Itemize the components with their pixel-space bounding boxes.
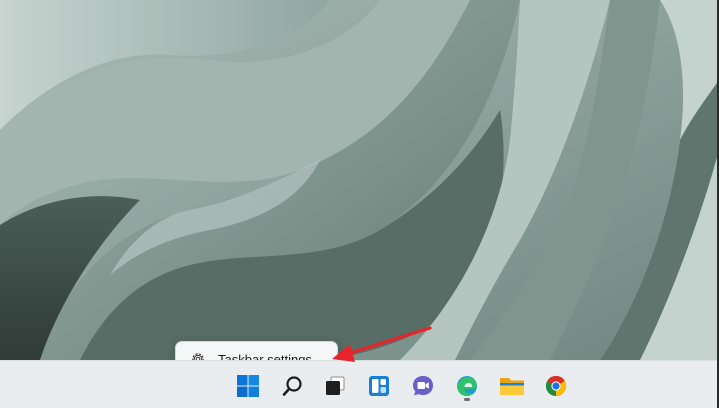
file-explorer-button[interactable] [495, 369, 529, 403]
desktop-wallpaper [0, 0, 719, 360]
running-indicator [464, 398, 470, 401]
windows-logo-icon [237, 375, 259, 397]
widgets-button[interactable] [362, 369, 396, 403]
task-view-button[interactable] [318, 369, 352, 403]
chrome-button[interactable] [539, 369, 573, 403]
start-button[interactable] [231, 369, 265, 403]
search-icon [281, 374, 305, 398]
chat-icon [411, 374, 435, 398]
edge-icon [455, 374, 479, 398]
task-view-icon [324, 375, 346, 397]
folder-icon [499, 374, 525, 398]
taskbar [0, 360, 719, 408]
chat-button[interactable] [406, 369, 440, 403]
widgets-icon [367, 374, 391, 398]
chrome-icon [544, 374, 568, 398]
edge-button[interactable] [450, 369, 484, 403]
search-button[interactable] [276, 369, 310, 403]
